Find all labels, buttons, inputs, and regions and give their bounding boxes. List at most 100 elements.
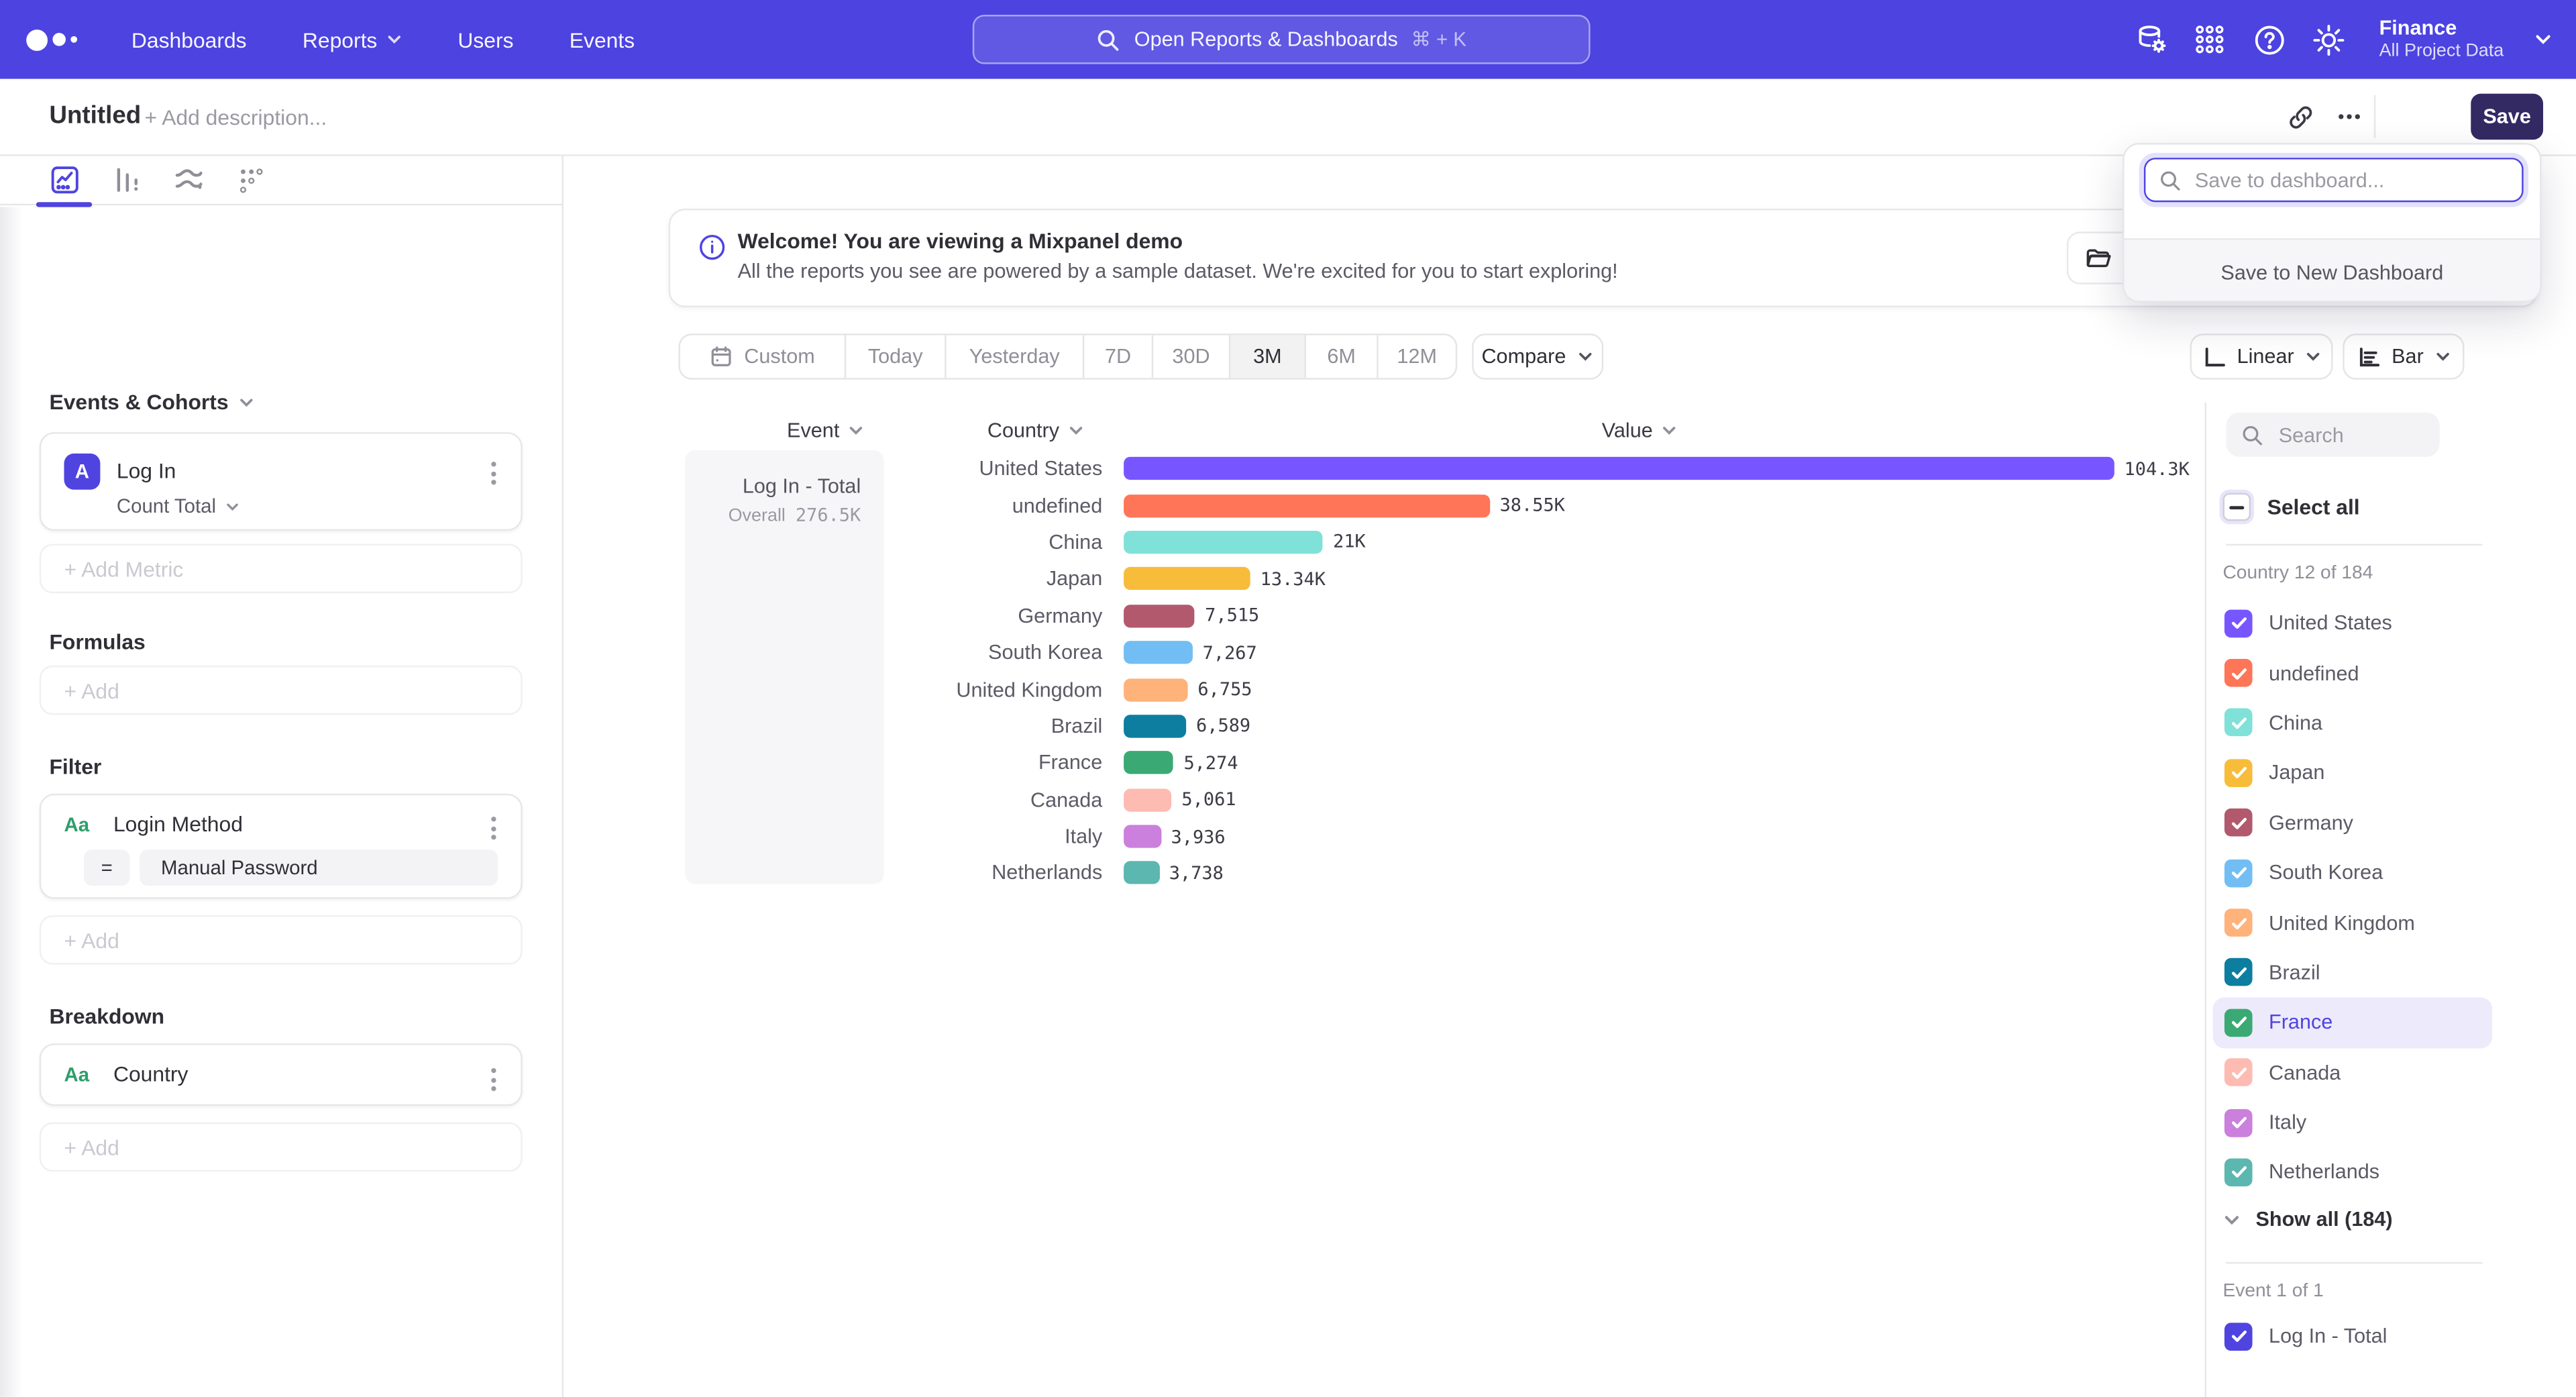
event-series-card[interactable]: Log In - Total Overall 276.5K [685, 450, 883, 884]
chart-type-dropdown[interactable]: Bar [2343, 333, 2464, 380]
bar-segment[interactable] [1124, 862, 1159, 884]
breakdown-property-name[interactable]: Country [113, 1062, 189, 1086]
add-description-button[interactable]: + Add description... [145, 105, 327, 130]
event-filter-row[interactable]: Log In - Total [2213, 1311, 2492, 1361]
nav-item-users[interactable]: Users [458, 27, 513, 52]
metric-event-name[interactable]: Log In [117, 458, 176, 483]
filter-value-field[interactable]: Manual Password [140, 849, 498, 886]
country-filter-row[interactable]: France [2213, 998, 2492, 1047]
add-formula-button[interactable]: + Add [40, 666, 523, 715]
bar-segment[interactable] [1124, 752, 1174, 774]
range-label: Yesterday [969, 345, 1060, 368]
segment-checkbox[interactable] [2224, 809, 2253, 837]
segment-checkbox[interactable] [2224, 1008, 2253, 1037]
global-search-button[interactable]: Open Reports & Dashboards ⌘ + K [973, 15, 1591, 64]
section-events-cohorts[interactable]: Events & Cohorts [49, 389, 254, 414]
country-filter-row[interactable]: Italy [2213, 1098, 2492, 1147]
copy-link-icon[interactable] [2280, 97, 2320, 136]
bar-segment[interactable] [1124, 568, 1250, 590]
bar-segment[interactable] [1124, 641, 1193, 664]
save-button[interactable]: Save [2471, 94, 2543, 140]
bar-segment[interactable] [1124, 825, 1161, 848]
column-header-value[interactable]: Value [1602, 419, 1678, 442]
segment-search-input[interactable] [2275, 421, 2423, 448]
bar-segment[interactable] [1124, 715, 1186, 737]
nav-item-dashboards[interactable]: Dashboards [131, 27, 247, 52]
help-icon[interactable] [2251, 21, 2288, 58]
bar-segment[interactable] [1124, 605, 1195, 627]
settings-gear-icon[interactable] [2310, 21, 2347, 58]
data-management-icon[interactable] [2133, 21, 2169, 58]
project-switcher[interactable]: Finance All Project Data [2379, 17, 2504, 62]
range-today[interactable]: Today [845, 335, 945, 378]
range-custom[interactable]: Custom [680, 335, 845, 378]
nav-item-events[interactable]: Events [570, 27, 635, 52]
range-30d[interactable]: 30D [1152, 335, 1229, 378]
segment-checkbox[interactable] [2224, 709, 2253, 737]
segment-checkbox[interactable] [2224, 1323, 2253, 1351]
metric-kebab-icon[interactable] [486, 457, 501, 490]
bar-segment[interactable] [1124, 788, 1172, 811]
project-chevron-down-icon[interactable] [2533, 30, 2553, 49]
add-breakdown-button[interactable]: + Add [40, 1123, 523, 1172]
add-metric-button[interactable]: + Add Metric [40, 544, 523, 593]
country-filter-row[interactable]: United Kingdom [2213, 898, 2492, 947]
report-title[interactable]: Untitled [49, 102, 141, 130]
save-to-new-dashboard-button[interactable]: Save to New Dashboard [2125, 238, 2540, 303]
segment-checkbox[interactable] [2224, 659, 2253, 687]
breakdown-card-country[interactable]: Aa Country [40, 1043, 523, 1106]
select-all-checkbox[interactable] [2222, 493, 2251, 521]
segment-checkbox[interactable] [2224, 1108, 2253, 1137]
segment-checkbox[interactable] [2224, 859, 2253, 887]
range-7d[interactable]: 7D [1083, 335, 1152, 378]
segment-search-field[interactable] [2226, 413, 2439, 457]
column-header-event[interactable]: Event [787, 419, 864, 442]
bar-segment[interactable] [1124, 678, 1188, 701]
nav-item-reports[interactable]: Reports [303, 27, 402, 52]
country-filter-row[interactable]: Canada [2213, 1047, 2492, 1097]
range-3m[interactable]: 3M [1229, 335, 1305, 378]
apps-grid-icon[interactable] [2192, 21, 2228, 58]
bar-segment[interactable] [1124, 494, 1490, 517]
country-filter-row[interactable]: United States [2213, 598, 2492, 648]
range-12m[interactable]: 12M [1377, 335, 1456, 378]
range-6m[interactable]: 6M [1304, 335, 1377, 378]
metric-card-log-in[interactable]: A Log In Count Total [40, 432, 523, 531]
select-all-row[interactable]: Select all [2222, 493, 2359, 521]
filter-property-name[interactable]: Login Method [113, 812, 243, 837]
filter-operator-dropdown[interactable]: = [84, 849, 130, 886]
mixpanel-logo-icon[interactable] [26, 29, 85, 50]
more-actions-icon[interactable] [2330, 97, 2369, 136]
tab-retention[interactable] [233, 162, 270, 198]
country-filter-row[interactable]: undefined [2213, 648, 2492, 698]
country-filter-row[interactable]: Japan [2213, 748, 2492, 798]
save-dashboard-search-field[interactable] [2144, 158, 2524, 202]
tab-flows[interactable] [171, 162, 207, 198]
add-filter-button[interactable]: + Add [40, 915, 523, 964]
metric-aggregation-dropdown[interactable]: Count Total [117, 495, 239, 517]
save-dashboard-input[interactable] [2192, 167, 2509, 193]
filter-card-login-method[interactable]: Aa Login Method = Manual Password [40, 794, 523, 899]
tab-insights[interactable] [46, 162, 83, 198]
chart-scale-dropdown[interactable]: Linear [2190, 333, 2332, 380]
segment-checkbox[interactable] [2224, 609, 2253, 637]
compare-dropdown[interactable]: Compare [1472, 333, 1603, 380]
segment-checkbox[interactable] [2224, 1158, 2253, 1186]
country-filter-row[interactable]: Netherlands [2213, 1147, 2492, 1197]
bar-segment[interactable] [1124, 457, 2114, 480]
segment-checkbox[interactable] [2224, 909, 2253, 937]
bar-segment[interactable] [1124, 531, 1323, 554]
country-filter-row[interactable]: China [2213, 698, 2492, 747]
country-filter-row[interactable]: South Korea [2213, 848, 2492, 898]
tab-funnels[interactable] [109, 162, 145, 198]
segment-checkbox[interactable] [2224, 1059, 2253, 1087]
range-yesterday[interactable]: Yesterday [945, 335, 1083, 378]
segment-checkbox[interactable] [2224, 959, 2253, 987]
column-header-country[interactable]: Country [987, 419, 1084, 442]
filter-kebab-icon[interactable] [486, 812, 501, 845]
show-all-toggle[interactable]: Show all (184) [2222, 1208, 2392, 1231]
segment-checkbox[interactable] [2224, 759, 2253, 787]
country-filter-row[interactable]: Germany [2213, 798, 2492, 847]
breakdown-kebab-icon[interactable] [486, 1063, 501, 1096]
country-filter-row[interactable]: Brazil [2213, 947, 2492, 997]
